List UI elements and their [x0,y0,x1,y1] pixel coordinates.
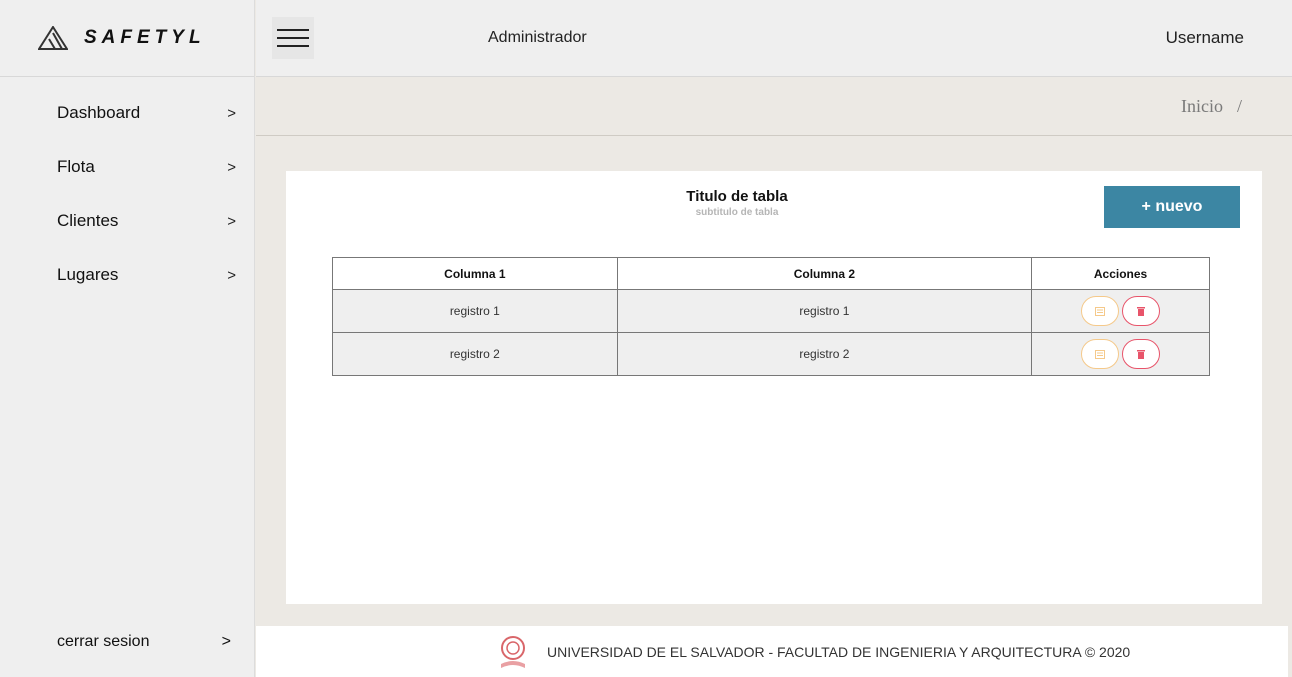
trash-icon [1137,306,1146,316]
mountain-logo-icon [38,26,68,50]
table-row: registro 2 registro 2 [332,332,1210,376]
table-cell: registro 2 [332,332,618,376]
breadcrumb: Inicio / [256,78,1292,136]
edit-button[interactable] [1081,339,1120,369]
user-role: Administrador [488,29,587,46]
sidebar-item-label: Lugares [57,265,119,284]
delete-button[interactable] [1122,339,1161,369]
chevron-right-icon: > [227,104,236,122]
trash-icon [1137,349,1146,359]
breadcrumb-separator: / [1236,96,1242,116]
column-header: Acciones [1031,257,1210,290]
sidebar-item-label: Flota [57,157,95,176]
card-subtitle: subtitulo de tabla [695,207,779,218]
username-menu[interactable]: Username [1166,28,1244,48]
actions-cell [1031,289,1210,333]
table-card: Titulo de tabla subtitulo de tabla + nue… [286,171,1262,604]
table-cell: registro 1 [332,289,618,333]
brand[interactable]: SAFETYL [0,0,254,77]
sidebar-item-flota[interactable]: Flota > [0,140,255,194]
brand-name: SAFETYL [84,27,206,48]
chevron-right-icon: > [221,633,231,650]
sidebar-item-label: Dashboard [57,103,141,122]
table-header-row: Columna 1 Columna 2 Acciones [332,257,1210,290]
data-table: Columna 1 Columna 2 Acciones registro 1 … [332,257,1210,376]
table-row: registro 1 registro 1 [332,289,1210,333]
footer-text: UNIVERSIDAD DE EL SALVADOR - FACULTAD DE… [547,643,1131,660]
table-cell: registro 2 [616,332,1033,376]
sidebar-item-lugares[interactable]: Lugares > [0,248,255,302]
logout-item[interactable]: cerrar sesion > [0,620,255,664]
chevron-right-icon: > [227,212,236,230]
university-seal-icon [501,635,525,668]
footer: UNIVERSIDAD DE EL SALVADOR - FACULTAD DE… [256,626,1288,677]
actions-cell [1031,332,1210,376]
breadcrumb-home[interactable]: Inicio [1181,96,1223,117]
sidebar-item-label: Clientes [57,211,119,230]
sidebar-item-dashboard[interactable]: Dashboard > [0,86,255,140]
edit-button[interactable] [1081,296,1120,326]
sidebar-item-clientes[interactable]: Clientes > [0,194,255,248]
column-header[interactable]: Columna 1 [332,257,618,290]
chevron-right-icon: > [227,158,236,176]
logout-label: cerrar sesion [57,633,150,650]
top-bar: Administrador Username [256,0,1292,77]
delete-button[interactable] [1122,296,1161,326]
sidebar-nav: Dashboard > Flota > Clientes > Lugares > [0,86,255,302]
edit-icon [1095,306,1106,316]
new-record-button[interactable]: + nuevo [1104,186,1240,228]
hamburger-icon[interactable] [272,17,314,59]
chevron-right-icon: > [227,266,236,284]
card-title: Titulo de tabla [686,188,788,205]
edit-icon [1095,349,1106,359]
column-header[interactable]: Columna 2 [616,257,1033,290]
table-cell: registro 1 [616,289,1033,333]
sidebar: SAFETYL Dashboard > Flota > Clientes > L… [0,0,255,677]
